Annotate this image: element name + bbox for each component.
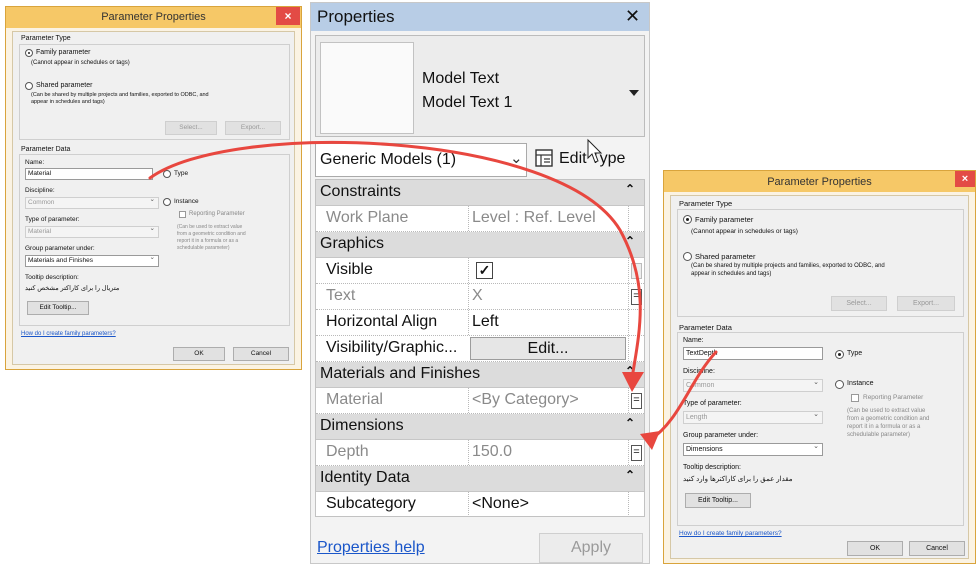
arrowhead-icon: [640, 431, 660, 450]
annotation-arrows: [148, 138, 718, 450]
arrowhead-icon: [622, 372, 644, 392]
mouse-cursor-icon: [587, 138, 603, 163]
arrow-textdepth-to-depth: [648, 350, 718, 442]
arrow-material-to-material: [148, 141, 642, 380]
